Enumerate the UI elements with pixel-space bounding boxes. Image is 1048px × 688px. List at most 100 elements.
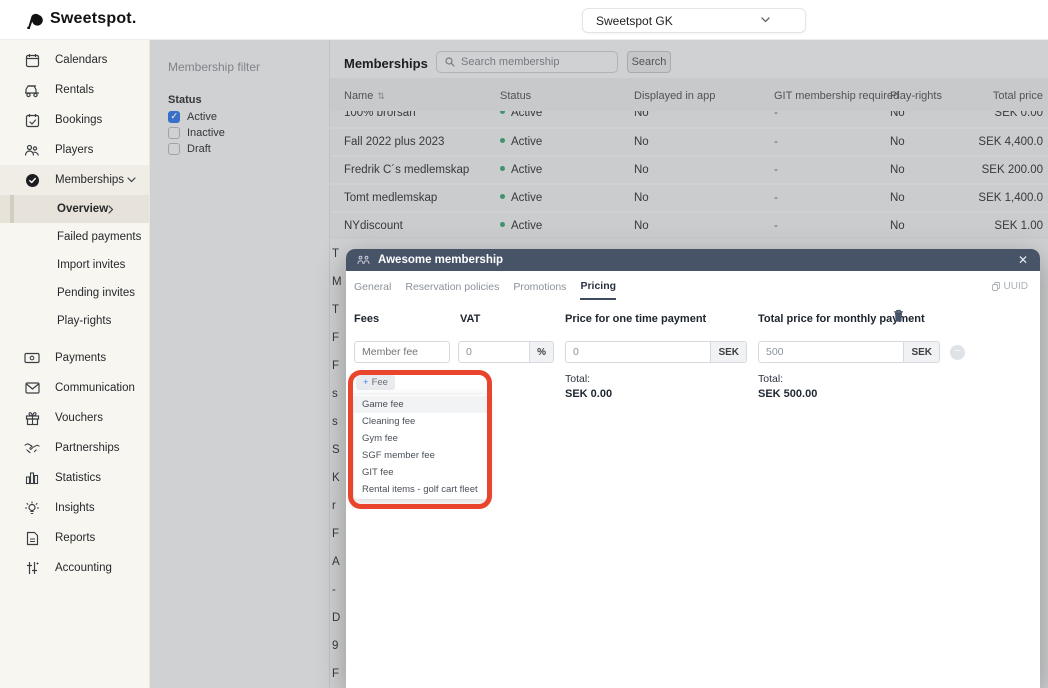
sidebar-subitem-overview[interactable]: Overview	[0, 195, 149, 223]
club-selector[interactable]: Sweetspot GK	[582, 8, 806, 33]
uuid-label: UUID	[1004, 281, 1028, 292]
fee-option-rental-items[interactable]: Rental items - golf cart fleet	[354, 481, 488, 498]
sidebar-subitem-pending-invites[interactable]: Pending invites	[0, 279, 149, 307]
sidebar-item-calendars[interactable]: Calendars	[0, 45, 149, 75]
modal-header: Awesome membership ✕	[346, 249, 1040, 271]
fee-name-input[interactable]	[354, 341, 450, 363]
pricing-col-vat: VAT	[460, 313, 480, 325]
sidebar: Calendars Rentals Bookings Players Membe…	[0, 40, 150, 688]
vat-field[interactable]	[459, 342, 529, 362]
gift-icon	[24, 410, 40, 426]
sidebar-item-vouchers[interactable]: Vouchers	[0, 403, 149, 433]
sidebar-item-label: Reports	[55, 532, 95, 544]
uuid-button[interactable]: UUID	[992, 281, 1028, 292]
vat-input[interactable]: %	[458, 341, 554, 363]
currency-suffix: SEK	[903, 342, 939, 362]
chevron-right-icon	[108, 205, 114, 214]
monthly-price-input[interactable]: SEK	[758, 341, 940, 363]
onetime-total-label: Total:	[565, 373, 590, 385]
fee-name-field[interactable]	[355, 342, 449, 362]
badge-check-icon	[24, 172, 40, 188]
sidebar-item-rentals[interactable]: Rentals	[0, 75, 149, 105]
modal-tabs: General Reservation policies Promotions …	[354, 275, 616, 299]
plus-icon: +	[363, 377, 369, 388]
chevron-down-icon	[761, 17, 770, 23]
sidebar-subitem-label: Import invites	[57, 259, 125, 271]
sidebar-item-label: Payments	[55, 352, 106, 364]
sidebar-item-statistics[interactable]: Statistics	[0, 463, 149, 493]
tab-general[interactable]: General	[354, 276, 391, 299]
sidebar-item-payments[interactable]: Payments	[0, 343, 149, 373]
envelope-icon	[24, 380, 40, 396]
fee-dropdown: Game fee Cleaning fee Gym fee SGF member…	[354, 395, 488, 499]
topbar: Sweetspot. Sweetspot GK	[0, 0, 1048, 40]
sidebar-item-label: Players	[55, 144, 93, 156]
club-selector-value: Sweetspot GK	[596, 14, 673, 28]
lightbulb-icon	[24, 500, 40, 516]
sidebar-item-label: Statistics	[55, 472, 101, 484]
sidebar-item-label: Calendars	[55, 54, 107, 66]
sidebar-item-label: Memberships	[55, 174, 124, 186]
pricing-col-onetime: Price for one time payment	[565, 313, 706, 325]
monthly-price-field[interactable]	[759, 342, 903, 362]
fee-option-gym-fee[interactable]: Gym fee	[354, 430, 488, 447]
sidebar-subitem-play-rights[interactable]: Play-rights	[0, 307, 149, 335]
sidebar-subitem-failed-payments[interactable]: Failed payments	[0, 223, 149, 251]
members-group-icon	[357, 255, 370, 265]
sidebar-item-accounting[interactable]: Accounting	[0, 553, 149, 583]
handshake-icon	[24, 440, 40, 456]
trash-icon[interactable]	[893, 309, 904, 322]
modal-title: Awesome membership	[378, 254, 503, 266]
fee-option-sgf-member-fee[interactable]: SGF member fee	[354, 447, 488, 464]
close-icon[interactable]: ✕	[1018, 252, 1028, 268]
monthly-total-value: SEK 500.00	[758, 388, 817, 400]
sidebar-item-label: Accounting	[55, 562, 112, 574]
copy-icon	[992, 282, 1000, 291]
sweetspot-logo-icon	[26, 9, 43, 29]
bar-chart-icon	[24, 470, 40, 486]
sidebar-subitem-label: Overview	[57, 203, 108, 215]
sliders-icon	[24, 560, 40, 576]
onetime-price-input[interactable]: SEK	[565, 341, 747, 363]
sidebar-item-label: Bookings	[55, 114, 102, 126]
golf-cart-icon	[24, 82, 40, 98]
calendar-icon	[24, 52, 40, 68]
sidebar-item-players[interactable]: Players	[0, 135, 149, 165]
tab-promotions[interactable]: Promotions	[513, 276, 566, 299]
sidebar-item-memberships[interactable]: Memberships	[0, 165, 149, 195]
sidebar-subitem-import-invites[interactable]: Import invites	[0, 251, 149, 279]
tab-reservation-policies[interactable]: Reservation policies	[405, 276, 499, 299]
pricing-col-fees: Fees	[354, 313, 379, 325]
report-icon	[24, 530, 40, 546]
onetime-price-field[interactable]	[566, 342, 710, 362]
onetime-total-value: SEK 0.00	[565, 388, 612, 400]
add-fee-button[interactable]: + Fee	[356, 375, 395, 390]
app-logo-text: Sweetspot.	[50, 10, 136, 28]
sidebar-item-label: Rentals	[55, 84, 94, 96]
sidebar-item-communication[interactable]: Communication	[0, 373, 149, 403]
monthly-total-label: Total:	[758, 373, 783, 385]
sidebar-subitem-label: Pending invites	[57, 287, 135, 299]
sidebar-item-bookings[interactable]: Bookings	[0, 105, 149, 135]
sidebar-item-label: Insights	[55, 502, 95, 514]
chevron-down-icon	[127, 177, 136, 183]
sidebar-item-reports[interactable]: Reports	[0, 523, 149, 553]
fee-option-cleaning-fee[interactable]: Cleaning fee	[354, 413, 488, 430]
sidebar-subitem-label: Failed payments	[57, 231, 141, 243]
sidebar-item-label: Vouchers	[55, 412, 103, 424]
sidebar-subitem-label: Play-rights	[57, 315, 111, 327]
people-icon	[24, 142, 40, 158]
fee-option-git-fee[interactable]: GIT fee	[354, 464, 488, 481]
banknote-icon	[24, 350, 40, 366]
remove-fee-icon[interactable]: −	[950, 345, 965, 360]
sidebar-item-label: Partnerships	[55, 442, 120, 454]
fee-option-game-fee[interactable]: Game fee	[354, 396, 488, 413]
sidebar-item-partnerships[interactable]: Partnerships	[0, 433, 149, 463]
add-fee-label: Fee	[372, 377, 388, 388]
currency-suffix: SEK	[710, 342, 746, 362]
memberships-submenu: Overview Failed payments Import invites …	[0, 195, 149, 335]
sidebar-item-insights[interactable]: Insights	[0, 493, 149, 523]
app-logo: Sweetspot.	[26, 9, 136, 29]
tab-pricing[interactable]: Pricing	[580, 275, 616, 300]
percent-suffix: %	[529, 342, 553, 362]
